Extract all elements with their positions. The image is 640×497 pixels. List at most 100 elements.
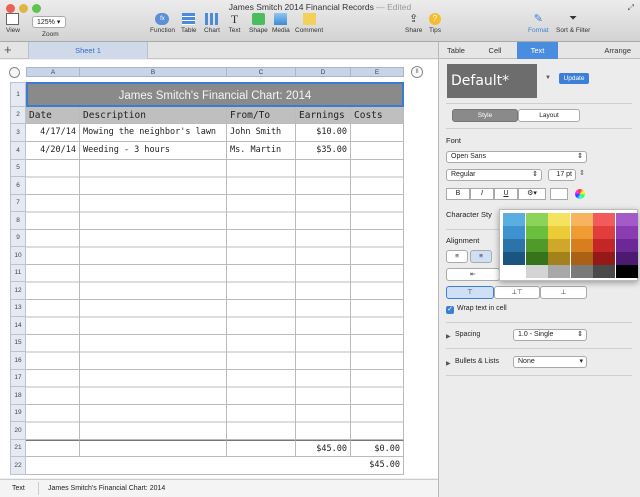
update-button[interactable]: Update (559, 73, 589, 84)
row-header[interactable]: 5 (10, 160, 26, 177)
color-swatch[interactable] (503, 213, 525, 226)
footer-cell[interactable] (26, 440, 80, 457)
select-all-button[interactable] (9, 67, 20, 78)
color-swatch[interactable] (593, 265, 615, 278)
column-header-e[interactable]: E (351, 67, 404, 77)
color-swatch[interactable] (593, 226, 615, 239)
row-header[interactable]: 20 (10, 422, 26, 440)
color-swatch[interactable] (570, 226, 593, 239)
align-center-button[interactable]: ≡ (470, 250, 492, 263)
format-button[interactable]: ✎ Format (528, 13, 549, 34)
color-swatch[interactable] (593, 239, 615, 252)
zoom-select[interactable]: 125% ▾ (32, 16, 66, 28)
row-header[interactable]: 6 (10, 177, 26, 195)
color-swatch[interactable] (503, 265, 525, 278)
color-swatch[interactable] (570, 265, 593, 278)
bullets-select[interactable]: None ▾ (513, 356, 587, 368)
table-title-cell[interactable]: James Smitch's Financial Chart: 2014 (26, 82, 404, 107)
color-swatch[interactable] (593, 252, 615, 265)
table-cell[interactable]: Mowing the neighbor's lawn (80, 124, 227, 142)
tab-table[interactable]: Table (439, 42, 473, 59)
column-header-a[interactable]: A (26, 67, 80, 77)
row-header[interactable]: 10 (10, 247, 26, 265)
disclosure-icon[interactable]: ▶ (446, 333, 451, 340)
sheet-tab[interactable]: Sheet 1 (28, 42, 148, 59)
row-header[interactable]: 16 (10, 352, 26, 370)
pause-icon[interactable]: II (411, 66, 423, 78)
color-swatch[interactable] (615, 265, 638, 278)
row-header[interactable]: 18 (10, 387, 26, 405)
color-swatch[interactable] (615, 239, 638, 252)
color-wheel-icon[interactable] (575, 189, 585, 199)
column-header-b[interactable]: B (80, 67, 227, 77)
header-cell[interactable]: Costs (351, 107, 404, 124)
color-swatch[interactable] (615, 226, 638, 239)
row-header[interactable]: 19 (10, 405, 26, 422)
color-swatch[interactable] (570, 239, 593, 252)
color-swatch[interactable] (548, 239, 570, 252)
color-swatch[interactable] (593, 213, 615, 226)
row-header[interactable]: 4 (10, 142, 26, 160)
style-dropdown-icon[interactable]: ▼ (545, 75, 551, 81)
table-cell[interactable]: 4/20/14 (26, 142, 80, 160)
row-header[interactable]: 7 (10, 195, 26, 212)
tab-layout[interactable]: Layout (518, 109, 580, 122)
spacing-select[interactable]: 1.0 - Single ⇕ (513, 329, 587, 341)
table-cell[interactable]: Ms. Martin (227, 142, 296, 160)
align-bottom-button[interactable]: ⊥ (540, 286, 587, 299)
table-cell[interactable] (351, 124, 404, 142)
align-top-button[interactable]: ⊤ (446, 286, 494, 299)
tab-cell[interactable]: Cell (473, 42, 517, 59)
color-swatch[interactable] (615, 213, 638, 226)
sum-costs-cell[interactable]: $0.00 (351, 440, 404, 457)
underline-button[interactable]: U (494, 188, 518, 200)
row-header[interactable]: 2 (10, 107, 26, 124)
tab-text[interactable]: Text (517, 42, 558, 59)
align-middle-button[interactable]: ⊥⊤ (494, 286, 540, 299)
row-header[interactable]: 1 (10, 82, 26, 107)
add-sheet-button[interactable]: + (4, 43, 12, 57)
fullscreen-icon[interactable]: ⤢ (628, 3, 634, 13)
row-header[interactable]: 9 (10, 230, 26, 247)
wrap-checkbox[interactable]: ✓ (446, 306, 454, 314)
color-swatch[interactable] (570, 252, 593, 265)
indent-decrease-button[interactable]: ⇤ (446, 268, 500, 281)
font-family-select[interactable]: Open Sans ⇕ (446, 151, 587, 163)
header-cell[interactable]: From/To (227, 107, 296, 124)
font-style-select[interactable]: Regular ⇕ (446, 169, 542, 181)
italic-button[interactable]: I (470, 188, 494, 200)
color-swatch[interactable] (548, 226, 570, 239)
total-cell[interactable]: $45.00 (351, 457, 404, 475)
chart-button[interactable]: Chart (204, 13, 220, 34)
row-header[interactable]: 8 (10, 212, 26, 230)
view-button[interactable]: View (6, 13, 20, 34)
color-swatch[interactable] (548, 252, 570, 265)
function-button[interactable]: fx Function (150, 13, 175, 34)
footer-cell[interactable] (227, 440, 296, 457)
tips-button[interactable]: ? Tips (429, 13, 441, 34)
row-header[interactable]: 14 (10, 317, 26, 335)
column-header-c[interactable]: C (227, 67, 296, 77)
sort-filter-button[interactable]: ⏷ Sort & Filter (556, 13, 590, 34)
row-header[interactable]: 13 (10, 300, 26, 317)
disclosure-icon[interactable]: ▶ (446, 360, 451, 367)
media-button[interactable]: Media (272, 13, 290, 34)
color-swatch[interactable] (548, 265, 570, 278)
shape-button[interactable]: Shape (249, 13, 268, 34)
text-color-well[interactable] (550, 188, 568, 200)
align-left-button[interactable]: ≡ (446, 250, 468, 263)
color-swatch[interactable] (525, 213, 548, 226)
row-header[interactable]: 15 (10, 335, 26, 352)
table-cell[interactable]: Weeding - 3 hours (80, 142, 227, 160)
footer-cell[interactable] (80, 440, 227, 457)
comment-button[interactable]: Comment (295, 13, 323, 34)
color-swatch[interactable] (615, 252, 638, 265)
table-cell[interactable]: 4/17/14 (26, 124, 80, 142)
row-header[interactable]: 22 (10, 457, 26, 475)
color-swatch[interactable] (503, 239, 525, 252)
tab-arrange[interactable]: Arrange (560, 42, 640, 59)
font-size-field[interactable]: 17 pt (548, 169, 576, 181)
color-swatch[interactable] (570, 213, 593, 226)
row-header[interactable]: 11 (10, 265, 26, 282)
table-cell[interactable]: $10.00 (296, 124, 351, 142)
